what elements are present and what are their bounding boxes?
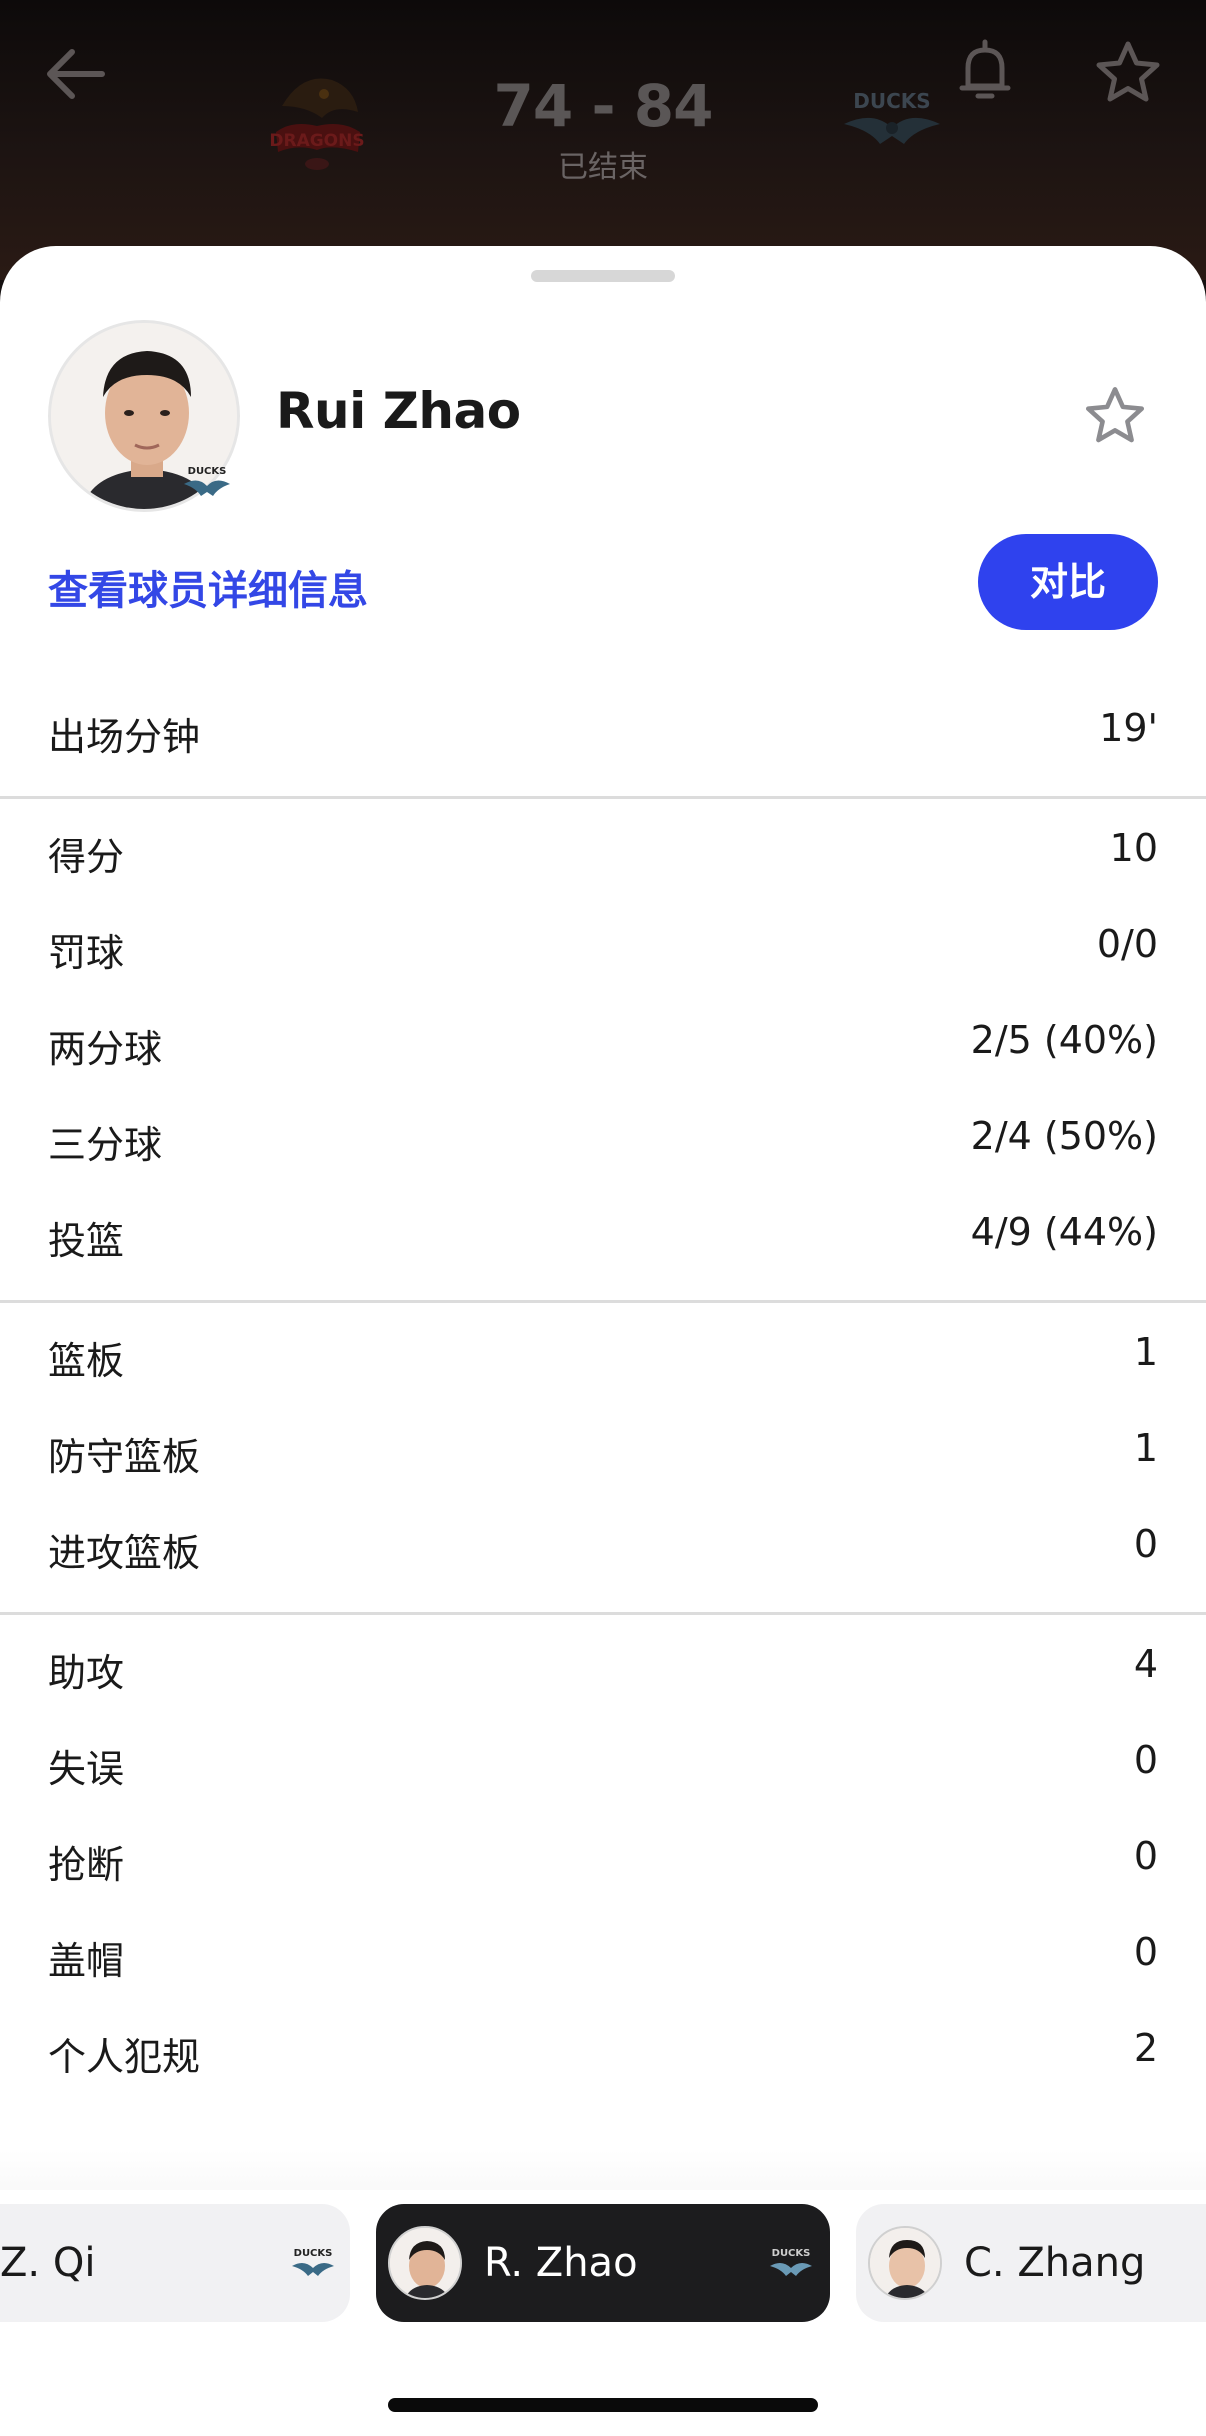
stat-value: 0	[1133, 1522, 1158, 1566]
player-stats-screen: DRAGONS 74 - 84 已结束 DUCKS DUCKS Rui Zhao…	[0, 0, 1206, 2436]
stat-label: 盖帽	[48, 1939, 125, 1983]
chip-player-name: R. Zhao	[484, 2240, 638, 2286]
chip-team-text: DUCKS	[294, 2248, 333, 2259]
stat-value: 2/4 (50%)	[970, 1114, 1158, 1158]
stat-row-free-throws: 罚球 0/0	[0, 914, 1206, 975]
stat-label: 防守篮板	[48, 1435, 201, 1479]
stat-row-minutes: 出场分钟 19'	[0, 698, 1206, 759]
notification-button[interactable]	[950, 34, 1020, 110]
match-header: DRAGONS 74 - 84 已结束 DUCKS	[0, 0, 1206, 280]
stat-value: 2	[1133, 2026, 1158, 2070]
stat-row-blocks: 盖帽 0	[0, 1922, 1206, 1983]
stat-value: 0	[1133, 1930, 1158, 1974]
stat-value: 0/0	[1096, 922, 1158, 966]
player-chip-zhang[interactable]: C. Zhang	[856, 2204, 1206, 2322]
away-team-logo: DUCKS	[834, 84, 950, 154]
chip-avatar	[868, 2226, 942, 2300]
bell-icon	[959, 39, 1011, 99]
stat-label: 篮板	[48, 1339, 125, 1383]
away-logo-text: DUCKS	[853, 89, 930, 113]
home-team-logo: DRAGONS	[262, 66, 372, 176]
stat-value: 4	[1133, 1642, 1158, 1686]
stat-row-defensive-rebounds: 防守篮板 1	[0, 1418, 1206, 1479]
badge-text: DUCKS	[188, 466, 227, 477]
favorite-match-button[interactable]	[1090, 36, 1166, 112]
home-indicator	[388, 2398, 818, 2412]
stat-value: 1	[1133, 1426, 1158, 1470]
stat-label: 两分球	[48, 1027, 163, 1071]
team-logo-icon: DUCKS	[292, 2248, 334, 2276]
star-outline-icon	[1096, 41, 1160, 102]
stat-row-turnovers: 失误 0	[0, 1730, 1206, 1791]
player-chip-zhao[interactable]: R. Zhao DUCKS	[376, 2204, 830, 2322]
stat-label: 助攻	[48, 1651, 125, 1695]
chip-player-name: C. Zhang	[964, 2240, 1146, 2286]
stat-row-field-goals: 投篮 4/9 (44%)	[0, 1202, 1206, 1263]
back-button[interactable]	[40, 36, 116, 112]
player-name: Rui Zhao	[276, 382, 521, 440]
stat-row-offensive-rebounds: 进攻篮板 0	[0, 1514, 1206, 1575]
stat-label: 得分	[48, 835, 125, 879]
player-chip-qi[interactable]: Z. Qi DUCKS	[0, 2204, 350, 2322]
stat-label: 三分球	[48, 1123, 163, 1167]
player-sheet: DUCKS Rui Zhao 查看球员详细信息 对比 出场分钟 19' 得分 1…	[0, 246, 1206, 2436]
stat-label: 罚球	[48, 931, 125, 975]
section-divider	[0, 1612, 1206, 1615]
stat-row-steals: 抢断 0	[0, 1826, 1206, 1887]
favorite-player-button[interactable]	[1080, 382, 1150, 452]
stat-label: 投篮	[48, 1219, 125, 1263]
stat-row-points: 得分 10	[0, 818, 1206, 879]
stat-label: 失误	[48, 1747, 125, 1791]
stat-label: 个人犯规	[48, 2035, 201, 2079]
player-details-link[interactable]: 查看球员详细信息	[48, 558, 368, 616]
stat-row-assists: 助攻 4	[0, 1634, 1206, 1695]
stat-value: 0	[1133, 1834, 1158, 1878]
stat-row-three-pointers: 三分球 2/4 (50%)	[0, 1106, 1206, 1167]
chip-player-name: Z. Qi	[0, 2240, 96, 2286]
match-score: 74 - 84	[493, 72, 714, 140]
chip-team-text: DUCKS	[772, 2248, 811, 2259]
stat-row-two-pointers: 两分球 2/5 (40%)	[0, 1010, 1206, 1071]
star-outline-icon	[1085, 387, 1145, 443]
section-divider	[0, 796, 1206, 799]
stat-label: 抢断	[48, 1843, 125, 1887]
sheet-grabber[interactable]	[531, 270, 675, 282]
stat-label: 进攻篮板	[48, 1531, 201, 1575]
arrow-left-icon	[47, 49, 105, 99]
match-status: 已结束	[558, 150, 648, 185]
stat-row-fouls: 个人犯规 2	[0, 2018, 1206, 2079]
stat-value: 1	[1133, 1330, 1158, 1374]
stat-value: 4/9 (44%)	[970, 1210, 1158, 1254]
team-badge-icon: DUCKS	[180, 462, 234, 498]
section-divider	[0, 1300, 1206, 1303]
compare-button[interactable]: 对比	[978, 534, 1158, 630]
team-logo-icon: DUCKS	[770, 2248, 812, 2276]
stat-value: 0	[1133, 1738, 1158, 1782]
stat-value: 10	[1109, 826, 1158, 870]
chip-avatar	[388, 2226, 462, 2300]
home-logo-text: DRAGONS	[269, 131, 364, 151]
stat-row-rebounds: 篮板 1	[0, 1322, 1206, 1383]
stat-label: 出场分钟	[48, 715, 201, 759]
stat-value: 2/5 (40%)	[970, 1018, 1158, 1062]
stat-value: 19'	[1099, 706, 1158, 750]
